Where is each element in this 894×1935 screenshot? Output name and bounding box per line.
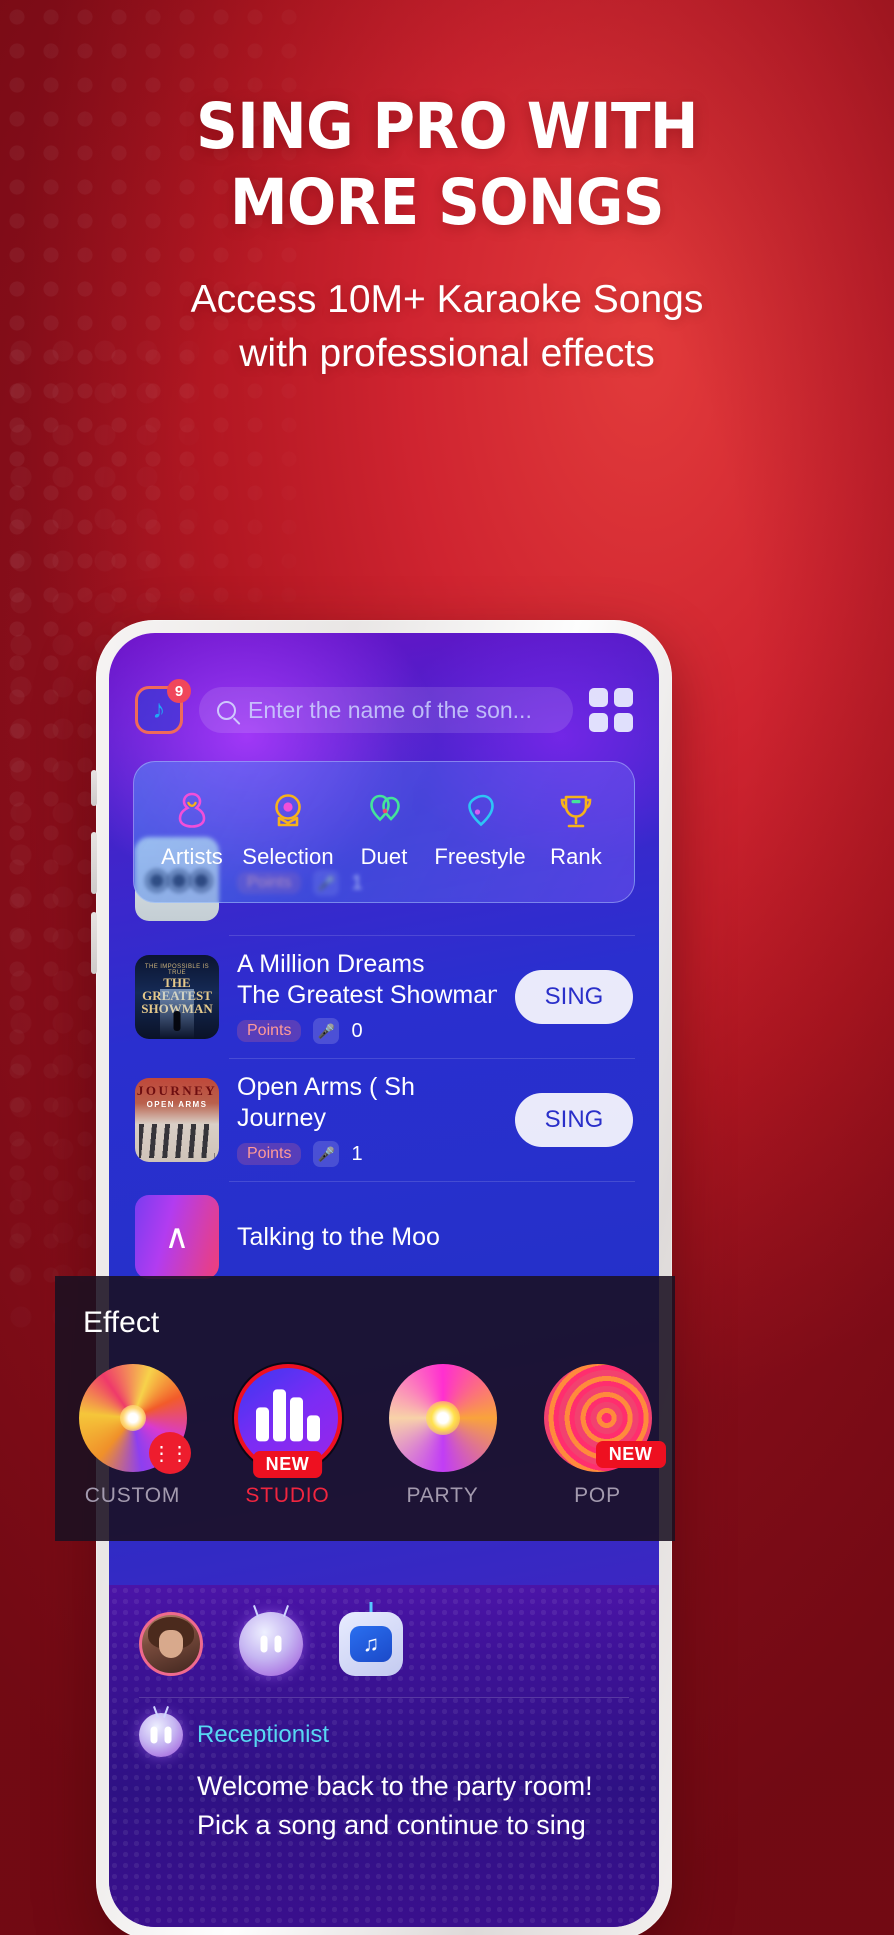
phone-button-mute [91, 770, 97, 806]
category-freestyle[interactable]: Freestyle [432, 788, 528, 870]
song-artist: Journey [237, 1103, 326, 1132]
title-line-1: SING PRO WITH [196, 90, 698, 163]
title-line-2: MORE SONGS [230, 165, 664, 239]
chat-message: Receptionist Welcome back to the party r… [139, 1713, 629, 1845]
song-meta: Talking to the Moo [237, 1222, 633, 1253]
music-bot-avatar-icon[interactable]: ♫ [339, 1612, 403, 1676]
category-label: Artists [161, 844, 223, 869]
microphone-icon: 🎤 [313, 1018, 340, 1044]
chat-message-text: Welcome back to the party room! Pick a s… [197, 1771, 593, 1841]
subtitle-line-2: with professional effects [239, 332, 655, 376]
phone-button-volume-up [91, 832, 97, 894]
song-title: Open Arms ( Sh [237, 1073, 415, 1101]
badge-count: 9 [167, 679, 191, 703]
sing-button[interactable]: SING [515, 1092, 633, 1147]
trophy-icon [560, 795, 592, 828]
page-title: SING PRO WITH MORE SONGS [0, 90, 894, 239]
chat-header: Receptionist [139, 1713, 629, 1757]
phone-button-volume-down [91, 912, 97, 974]
category-selection[interactable]: Selection [240, 788, 336, 870]
sing-count: 1 [351, 1142, 363, 1165]
album-art-tagline: THE IMPOSSIBLE IS TRUE [144, 963, 210, 976]
song-title: A Million Dreams [237, 950, 425, 978]
pop-disc-icon: NEW [543, 1364, 666, 1472]
microphone-icon: 🎤 [313, 1141, 340, 1167]
search-icon [217, 700, 236, 720]
effect-label: STUDIO [245, 1484, 330, 1507]
chat-divider [139, 1697, 629, 1698]
category-nav-panel: Artists Selection Duet Freestyle Rank [133, 761, 635, 903]
subtitle-line-1: Access 10M+ Karaoke Songs [190, 278, 704, 322]
hero-text-block: SING PRO WITH MORE SONGS Access 10M+ Kar… [0, 90, 894, 381]
user-avatar[interactable] [139, 1612, 203, 1676]
album-cover: ∧ [135, 1195, 219, 1279]
category-label: Rank [550, 844, 602, 869]
effect-label: PARTY [406, 1484, 479, 1507]
category-label: Freestyle [434, 844, 526, 869]
effect-option-studio[interactable]: NEW STUDIO [223, 1364, 353, 1508]
equalizer-icon: ⋮⋮ [148, 1432, 191, 1474]
balloon-icon [468, 794, 494, 827]
music-note-glyph: ♪ [152, 694, 166, 724]
studio-equalizer-icon: NEW [233, 1364, 342, 1478]
effect-options-row: ⋮⋮ CUSTOM NEW STUDIO PARTY NEW POP [55, 1364, 675, 1508]
avatar-row: ♫ [139, 1607, 629, 1681]
song-stats: Points 🎤 0 [237, 1018, 497, 1044]
bot-avatar-icon [139, 1713, 183, 1757]
album-art-band: JOURNEY [136, 1082, 218, 1098]
music-library-button[interactable]: ♪ 9 [135, 679, 191, 734]
category-rank[interactable]: Rank [528, 788, 624, 870]
album-art-chevron: ∧ [164, 1218, 190, 1256]
song-stats: Points 🎤 1 [237, 1141, 497, 1167]
medal-icon [275, 794, 301, 827]
list-item[interactable]: JOURNEY OPEN ARMS Open Arms ( Sh Journey… [133, 1058, 635, 1181]
song-meta: Open Arms ( Sh Journey Points 🎤 1 [237, 1072, 497, 1167]
effect-label: CUSTOM [84, 1484, 181, 1507]
category-label: Selection [242, 844, 334, 869]
new-badge: NEW [595, 1441, 666, 1468]
song-title: Talking to the Moo [237, 1222, 440, 1251]
category-duet[interactable]: Duet [336, 788, 432, 870]
effect-option-pop[interactable]: NEW POP [533, 1364, 666, 1508]
artist-silhouette-icon [178, 792, 206, 828]
search-input[interactable]: Enter the name of the son... [199, 687, 573, 733]
party-chat-zone: ♫ Receptionist Welcome back to the party… [109, 1585, 659, 1927]
album-cover: JOURNEY OPEN ARMS [135, 1077, 219, 1162]
search-placeholder: Enter the name of the son... [248, 696, 532, 723]
song-list: ◉◉◉ Points 🎤 1 THE IMPOSSIBLE IS TRUE TH… [133, 823, 635, 1717]
list-item[interactable]: THE IMPOSSIBLE IS TRUE THEGREATESTSHOWMA… [133, 935, 635, 1058]
effect-label: POP [574, 1484, 621, 1507]
points-chip: Points [237, 1143, 302, 1165]
grid-view-icon[interactable] [589, 688, 633, 732]
effect-panel: Effect ⋮⋮ CUSTOM NEW STUDIO PARTY NEW PO… [55, 1276, 675, 1541]
song-meta: A Million Dreams The Greatest Showman Po… [237, 949, 497, 1044]
category-artists[interactable]: Artists [144, 788, 240, 870]
album-art-subtitle: OPEN ARMS [146, 1099, 208, 1109]
page-subtitle: Access 10M+ Karaoke Songs with professio… [0, 273, 894, 381]
effect-panel-title: Effect [83, 1306, 160, 1339]
equalizer-bars [255, 1389, 320, 1442]
album-cover: THE IMPOSSIBLE IS TRUE THEGREATESTSHOWMA… [135, 954, 219, 1039]
album-art-figure [173, 1010, 181, 1031]
party-disc-icon [388, 1364, 497, 1472]
album-art-figures [139, 1123, 215, 1158]
song-artist: The Greatest Showman [237, 980, 497, 1009]
app-top-bar: ♪ 9 Enter the name of the son... [109, 679, 659, 741]
category-label: Duet [360, 844, 408, 869]
sing-button[interactable]: SING [515, 969, 633, 1024]
effect-option-party[interactable]: PARTY [378, 1364, 508, 1508]
new-badge: NEW [252, 1451, 323, 1478]
bot-avatar-icon[interactable] [239, 1612, 303, 1676]
points-chip: Points [237, 1020, 302, 1042]
two-balloons-icon [370, 794, 400, 822]
chat-sender-name: Receptionist [197, 1721, 330, 1748]
custom-disc-icon: ⋮⋮ [78, 1364, 191, 1474]
effect-option-custom[interactable]: ⋮⋮ CUSTOM [68, 1364, 198, 1508]
sing-count: 0 [351, 1019, 363, 1042]
